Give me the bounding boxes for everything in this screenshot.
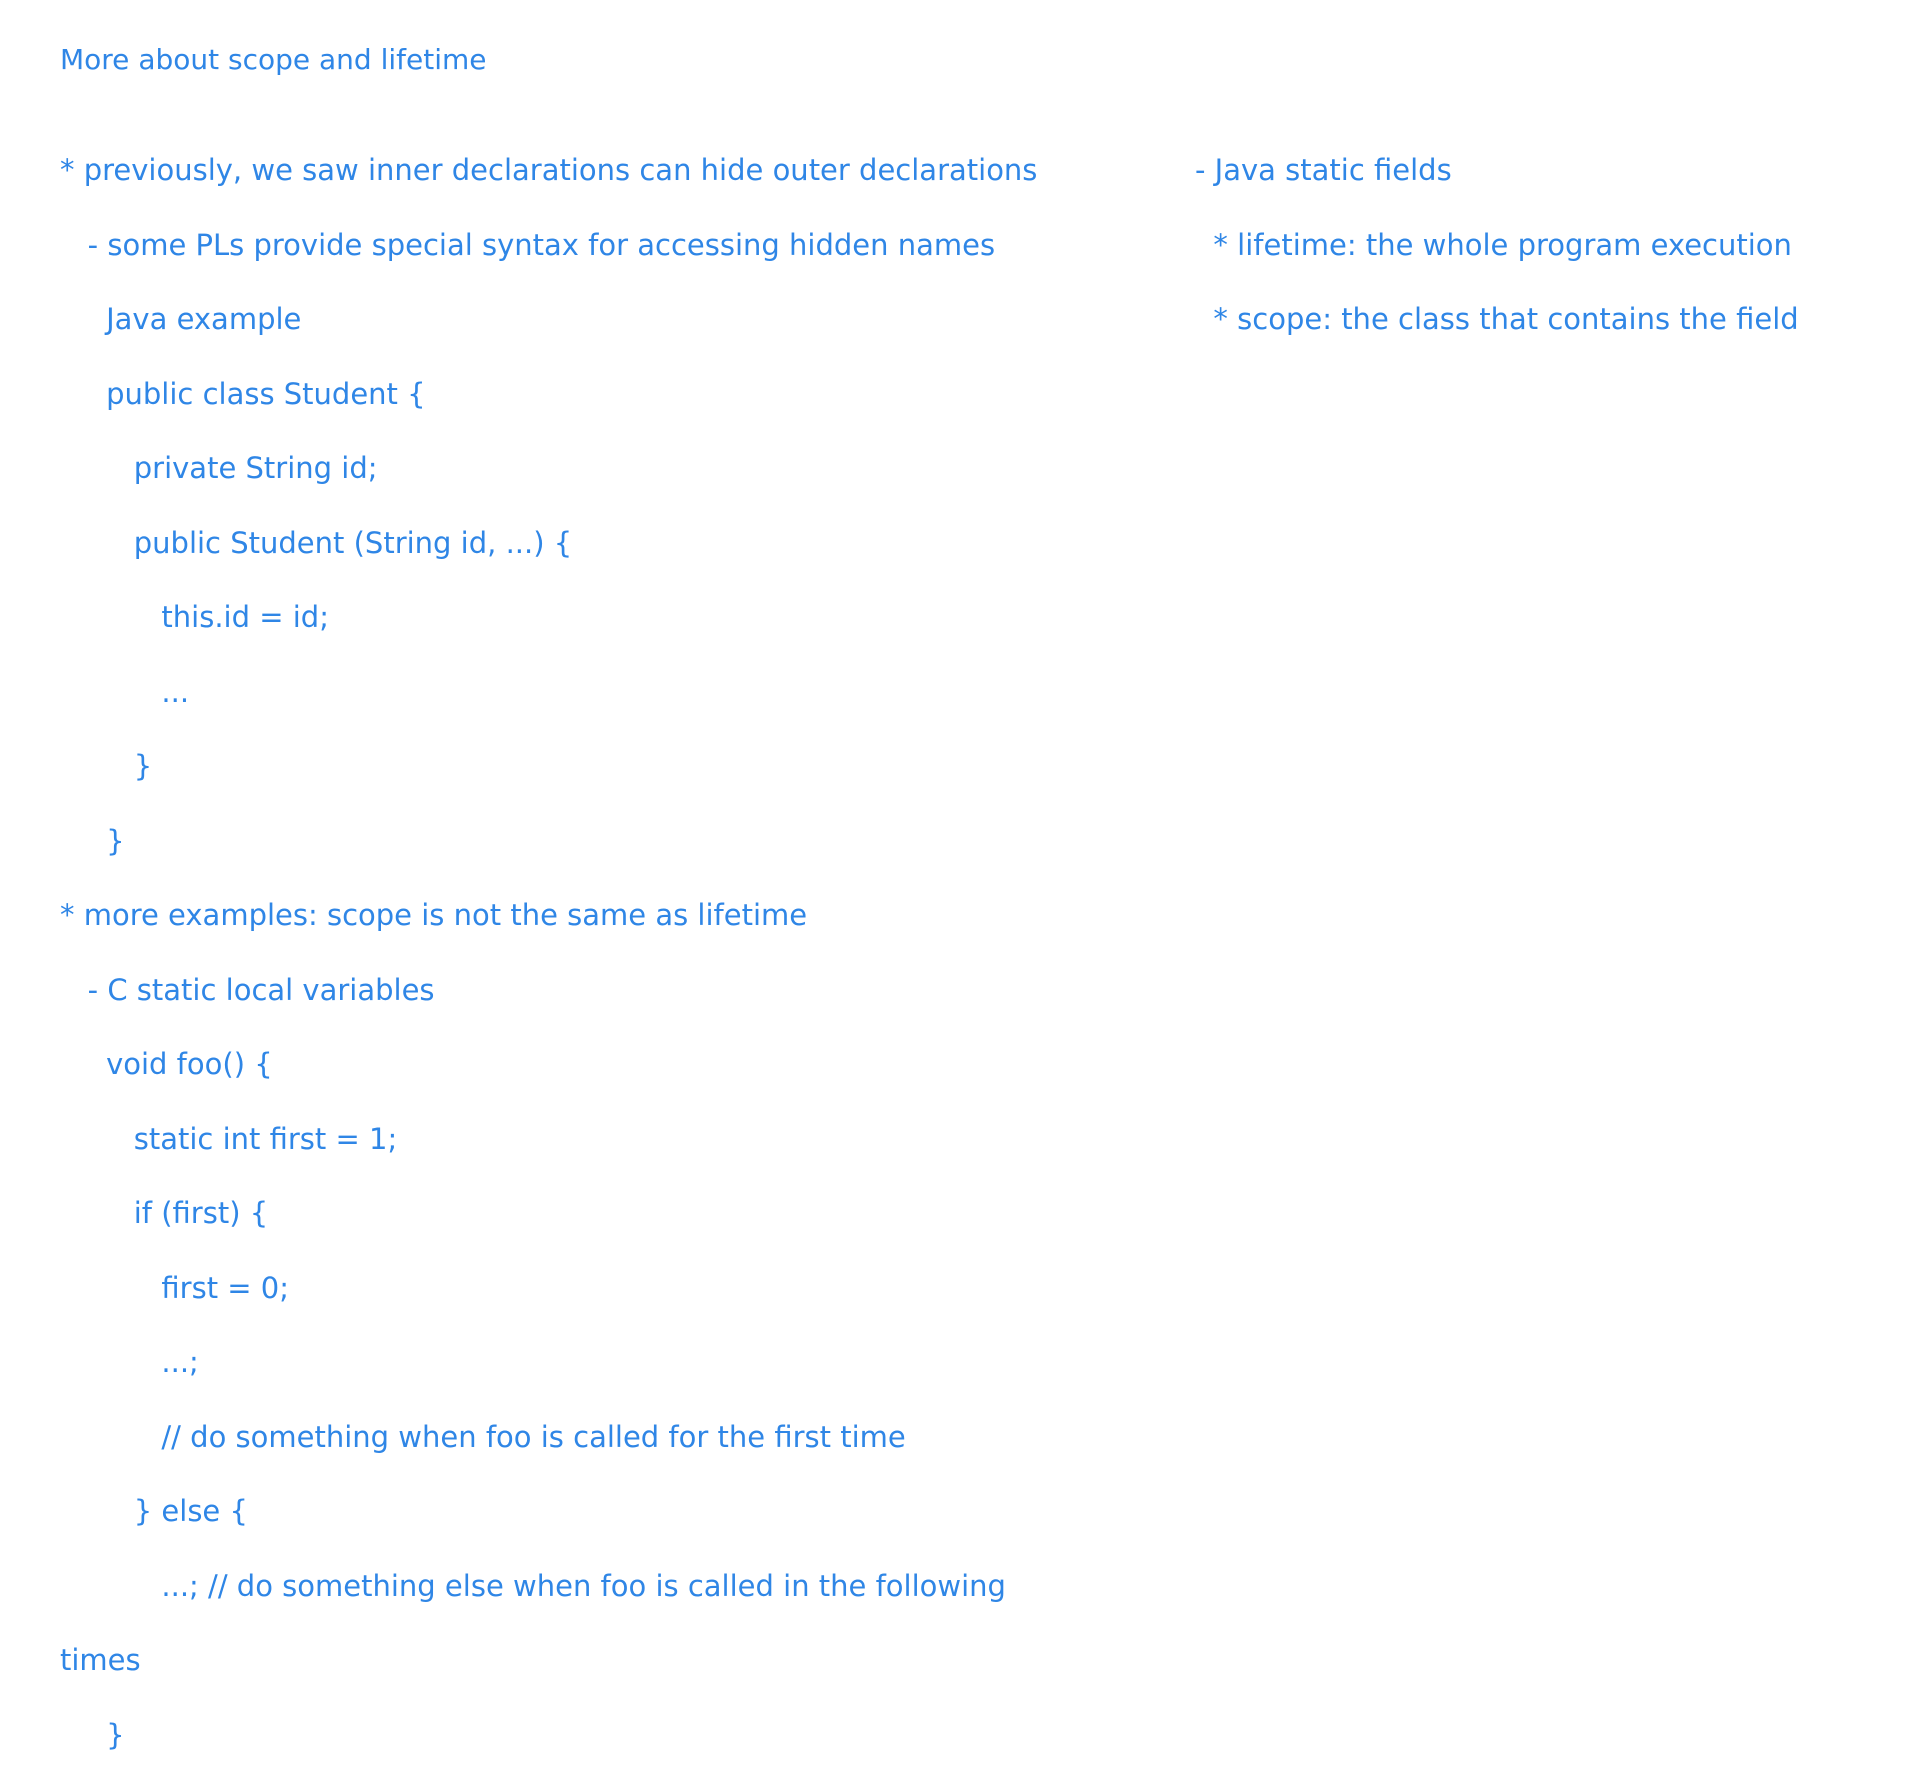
code-line: public class Student { [60,376,426,411]
code-line: static int first = 1; [60,1121,398,1156]
text-line: Java example [60,302,302,336]
text-line: * more examples: scope is not the same a… [60,898,808,932]
code-line: times [60,1643,141,1677]
text-line: - C static local variables [60,972,435,1007]
code-line: public Student (String id, ...) { [60,525,573,560]
page-title: More about scope and lifetime [60,43,487,76]
code-line: if (first) { [60,1196,269,1230]
code-line: void foo() { [60,1047,273,1081]
code-line: ...; [60,1345,199,1379]
text-line: * scope: the class that contains the fie… [1195,302,1799,336]
code-line: ... [60,674,190,709]
code-line: // do something when foo is called for t… [60,1419,906,1454]
code-line: } else { [60,1494,248,1528]
text-line: - Java static fields [1195,153,1452,187]
note-page: More about scope and lifetime * previous… [0,0,1920,1752]
text-line: - some PLs provide special syntax for ac… [60,227,996,262]
code-line: } [60,1717,125,1752]
text-line: * previously, we saw inner declarations … [60,153,1038,187]
text-line: * lifetime: the whole program execution [1195,227,1792,262]
code-line: ...; // do something else when foo is ca… [60,1568,1006,1603]
code-line: this.id = id; [60,600,329,634]
code-line: first = 0; [60,1270,290,1305]
code-line: private String id; [60,451,378,485]
code-line: } [60,823,125,858]
left-column: * previously, we saw inner declarations … [60,114,1180,1791]
code-line: } [60,749,153,783]
right-column: - Java static fields * lifetime: the who… [1195,114,1895,376]
